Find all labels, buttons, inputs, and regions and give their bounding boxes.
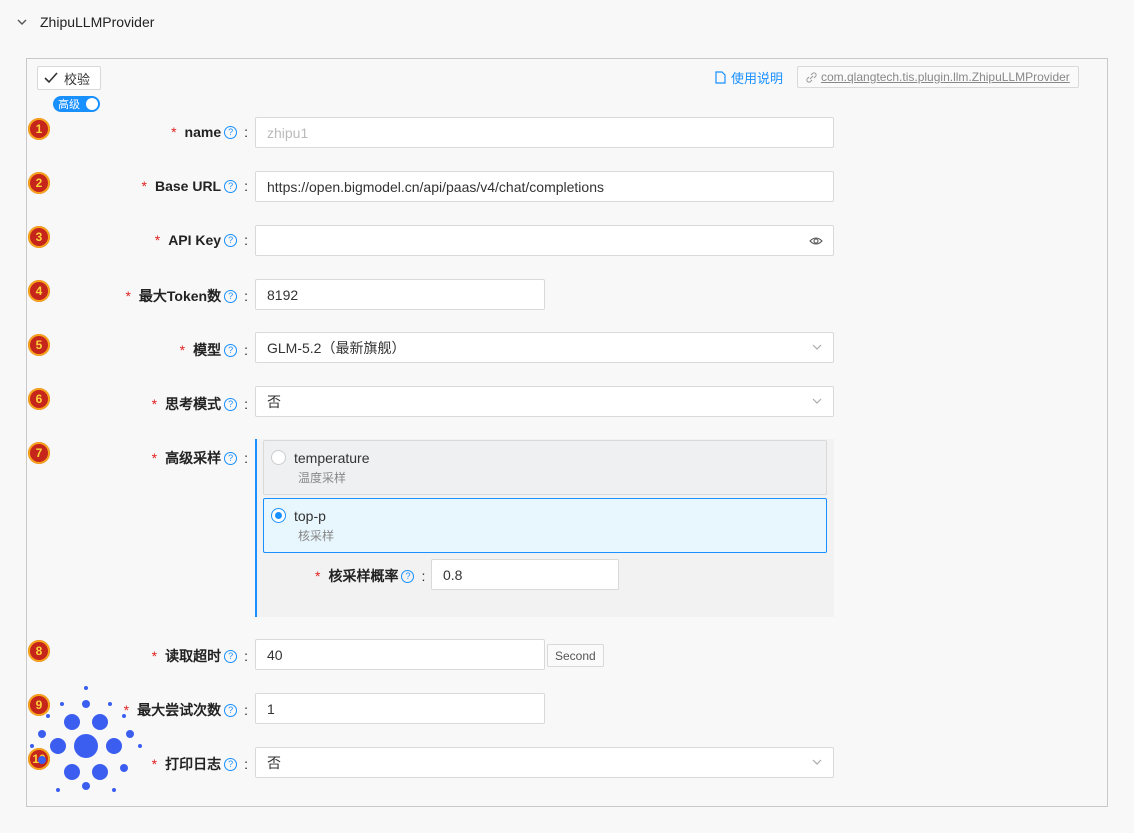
chevron-down-icon	[812, 398, 822, 404]
radio-button-selected[interactable]	[271, 508, 286, 523]
panel-title: ZhipuLLMProvider	[40, 14, 155, 30]
max-tokens-input[interactable]: 8192	[255, 279, 545, 310]
base-url-label: * Base URL ?:	[141, 178, 248, 194]
option-title: top-p	[294, 508, 326, 524]
top-p-input[interactable]: 0.8	[431, 559, 619, 590]
name-label: * name ?:	[171, 124, 248, 140]
radio-button[interactable]	[271, 450, 286, 465]
help-icon[interactable]: ?	[224, 179, 238, 193]
step-badge-6: 6	[28, 388, 50, 410]
advanced-toggle-label: 高级	[58, 99, 80, 111]
sampling-label: * 高级采样 ?:	[151, 450, 248, 466]
toggle-knob	[86, 98, 98, 110]
print-log-select[interactable]: 否	[255, 747, 834, 778]
help-icon[interactable]: ?	[224, 757, 238, 771]
package-link-label: com.qlangtech.tis.plugin.llm.ZhipuLLMPro…	[821, 70, 1070, 84]
help-icon[interactable]: ?	[224, 233, 238, 247]
model-select[interactable]: GLM-5.2（最新旗舰）	[255, 332, 834, 363]
advanced-toggle[interactable]: 高级	[53, 96, 100, 112]
docs-link-label: 使用说明	[731, 71, 784, 86]
help-icon[interactable]: ?	[224, 451, 238, 465]
thinking-select-value: 否	[267, 393, 281, 410]
step-badge-7: 7	[28, 442, 50, 464]
read-timeout-input[interactable]: 40	[255, 639, 545, 670]
name-input[interactable]: zhipu1	[255, 117, 834, 148]
link-icon	[806, 71, 817, 83]
help-icon[interactable]: ?	[224, 289, 238, 303]
max-retries-input[interactable]: 1	[255, 693, 545, 724]
step-badge-2: 2	[28, 172, 50, 194]
chevron-down-icon	[812, 759, 822, 765]
print-log-label: * 打印日志 ?:	[151, 756, 248, 772]
help-icon[interactable]: ?	[224, 703, 238, 717]
help-icon[interactable]: ?	[224, 397, 238, 411]
help-icon[interactable]: ?	[224, 343, 238, 357]
help-icon[interactable]: ?	[224, 649, 238, 663]
model-select-value: GLM-5.2（最新旗舰）	[267, 339, 406, 356]
chevron-down-icon	[812, 344, 822, 350]
step-badge-8: 8	[28, 640, 50, 662]
docs-link[interactable]: 使用说明	[715, 68, 783, 87]
file-icon	[715, 71, 726, 84]
unit-tag: Second	[547, 644, 604, 667]
print-log-select-value: 否	[267, 754, 281, 771]
top-p-label: * 核采样概率 ?:	[315, 568, 426, 584]
base-url-input[interactable]: https://open.bigmodel.cn/api/paas/v4/cha…	[255, 171, 834, 202]
option-subtitle: 核采样	[298, 529, 335, 543]
eye-icon[interactable]	[809, 234, 823, 248]
panel-header[interactable]: ZhipuLLMProvider	[16, 10, 154, 34]
api-key-input[interactable]	[255, 225, 834, 256]
check-button-label: 校验	[64, 71, 91, 87]
step-badge-4: 4	[28, 280, 50, 302]
check-button[interactable]: 校验	[37, 66, 102, 90]
sampling-options: temperature 温度采样 top-p 核采样	[255, 439, 834, 617]
help-icon[interactable]: ?	[401, 569, 415, 583]
option-title: temperature	[294, 450, 370, 466]
step-badge-5: 5	[28, 334, 50, 356]
option-subtitle: 温度采样	[298, 471, 347, 485]
step-badge-3: 3	[28, 226, 50, 248]
read-timeout-label: * 读取超时 ?:	[151, 648, 248, 664]
chevron-down-icon[interactable]	[16, 16, 28, 28]
max-tokens-label: * 最大Token数 ?:	[125, 288, 248, 304]
model-label: * 模型 ?:	[179, 342, 248, 358]
sampling-option-temperature[interactable]: temperature 温度采样	[263, 440, 827, 495]
thinking-select[interactable]: 否	[255, 386, 834, 417]
sampling-option-top-p[interactable]: top-p 核采样	[263, 498, 827, 553]
dot-logo-icon	[30, 686, 142, 792]
package-link[interactable]: com.qlangtech.tis.plugin.llm.ZhipuLLMPro…	[797, 66, 1079, 88]
check-icon	[44, 72, 58, 84]
help-icon[interactable]: ?	[224, 125, 238, 139]
step-badge-1: 1	[28, 118, 50, 140]
thinking-label: * 思考模式 ?:	[151, 396, 248, 412]
api-key-label: * API Key ?:	[154, 232, 248, 248]
